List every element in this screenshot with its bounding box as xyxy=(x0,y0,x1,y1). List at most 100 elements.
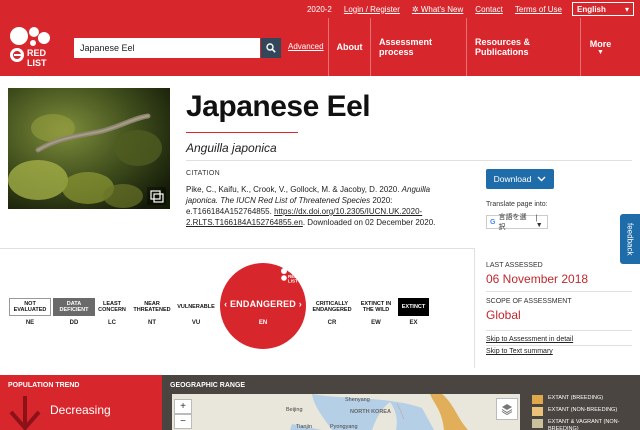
category-abbr-ne: NE xyxy=(25,320,35,326)
citation-downloaded: . Downloaded on 02 December 2020. xyxy=(302,218,436,227)
red-list-mini-logo: RED LIST xyxy=(281,268,298,284)
chevron-down-icon xyxy=(537,176,546,182)
top-utility-bar: 2020-2 Login / Register ✲ What's New Con… xyxy=(295,2,634,16)
search-button[interactable] xyxy=(261,38,281,58)
scientific-name: Anguilla japonica xyxy=(186,141,277,155)
minus-icon: − xyxy=(180,416,186,427)
translate-select-value: 言語を選択 xyxy=(498,214,527,231)
layers-icon xyxy=(501,404,513,415)
download-button[interactable]: Download xyxy=(486,169,554,189)
skip-to-assessment-link[interactable]: Skip to Assessment in detail xyxy=(486,336,573,343)
translate-label: Translate page into: xyxy=(486,201,548,208)
iucn-red-list-logo[interactable]: RED LIST xyxy=(8,24,56,72)
sidebar-divider xyxy=(474,248,475,368)
skip-to-summary-link[interactable]: Skip to Text summary xyxy=(486,348,553,355)
chevron-down-icon: ▼ xyxy=(597,48,604,56)
population-trend-value: Decreasing xyxy=(50,403,111,417)
category-abbr-vu: VU xyxy=(191,320,201,326)
citation-label: CITATION xyxy=(186,170,221,177)
sidebar-divider xyxy=(486,330,632,331)
category-ex[interactable]: EXTINCT xyxy=(398,298,429,316)
eel-photo-image xyxy=(8,88,170,209)
geographic-range-label: GEOGRAPHIC RANGE xyxy=(170,382,246,389)
category-en-label: ENDANGERED xyxy=(229,299,296,309)
legend-label: EXTANT (NON-BREEDING) xyxy=(548,407,618,413)
whats-new-label: What's New xyxy=(420,4,464,14)
chevron-down-icon: ▾ xyxy=(624,4,629,14)
main-nav: About Assessment process Resources & Pub… xyxy=(328,18,620,76)
contact-link[interactable]: Contact xyxy=(475,5,503,14)
legend-swatch xyxy=(532,395,543,404)
nav-assessment-process[interactable]: Assessment process xyxy=(370,18,466,76)
category-abbr-nt: NT xyxy=(148,320,156,326)
category-abbr-dd: DD xyxy=(69,320,79,326)
google-icon: G xyxy=(490,218,496,226)
scope-label: SCOPE OF ASSESSMENT xyxy=(486,298,572,305)
map-label-shenyang: Shenyang xyxy=(345,397,370,403)
plus-icon: + xyxy=(180,401,186,412)
version-link[interactable]: 2020-2 xyxy=(307,5,332,14)
advanced-search-link[interactable]: Advanced xyxy=(288,42,324,51)
download-label: Download xyxy=(493,174,532,184)
chevron-down-icon: |▼ xyxy=(535,215,543,229)
logo-text-list: LIST xyxy=(27,58,47,68)
search-input[interactable] xyxy=(74,38,260,58)
translate-select[interactable]: G 言語を選択 |▼ xyxy=(486,214,548,231)
title-divider xyxy=(186,132,298,133)
nav-more-label: More xyxy=(589,38,612,49)
species-photo[interactable] xyxy=(8,88,170,209)
category-en-current[interactable]: ‹ ENDANGERED › xyxy=(220,299,306,309)
category-lc[interactable]: LEAST CONCERN xyxy=(95,298,129,316)
last-assessed-label: LAST ASSESSED xyxy=(486,262,543,269)
nav-about[interactable]: About xyxy=(328,18,370,76)
map-layers-button[interactable] xyxy=(496,398,518,420)
category-abbr-cr: CR xyxy=(327,320,337,326)
section-divider xyxy=(186,160,632,161)
nav-more[interactable]: More ▼ xyxy=(580,18,620,76)
citation-text: Pike, C., Kaifu, K., Crook, V., Gollock,… xyxy=(186,184,456,228)
zoom-out-button[interactable]: − xyxy=(174,414,192,429)
map-label-tianjin: Tianjin xyxy=(296,424,312,430)
whats-new-link[interactable]: ✲ What's New xyxy=(412,5,463,14)
legend-label: EXTANT & VAGRANT (NON-BREEDING) xyxy=(548,419,620,430)
legend-item-nonbreeding: EXTANT (NON-BREEDING) xyxy=(532,407,617,416)
sparkle-icon: ✲ xyxy=(411,4,419,14)
category-dd[interactable]: DATA DEFICIENT xyxy=(53,298,95,316)
category-abbr-ew: EW xyxy=(371,320,381,326)
terms-of-use-link[interactable]: Terms of Use xyxy=(515,5,562,14)
chevron-left-icon: ‹ xyxy=(224,299,228,309)
section-divider xyxy=(0,248,474,249)
category-ne[interactable]: NOT EVALUATED xyxy=(9,298,51,316)
chevron-right-icon: › xyxy=(298,299,302,309)
search-icon xyxy=(266,43,276,53)
category-abbr-en: EN xyxy=(258,320,268,326)
category-nt[interactable]: NEAR THREATENED xyxy=(131,298,173,316)
category-abbr-ex: EX xyxy=(409,320,418,326)
last-assessed-value: 06 November 2018 xyxy=(486,272,589,286)
language-select[interactable]: English ▾ xyxy=(572,2,634,16)
language-value: English xyxy=(577,4,606,14)
legend-item-breeding: EXTANT (BREEDING) xyxy=(532,395,603,404)
logo-text-red: RED xyxy=(27,48,47,58)
category-abbr-lc: LC xyxy=(108,320,116,326)
mini-logo-text-list: LIST xyxy=(288,279,298,284)
legend-label: EXTANT (BREEDING) xyxy=(548,395,604,401)
map-label-north-korea: NORTH KOREA xyxy=(350,409,391,415)
legend-swatch xyxy=(532,419,543,428)
nav-resources-publications[interactable]: Resources & Publications xyxy=(466,18,580,76)
population-trend-label: POPULATION TREND xyxy=(8,382,80,389)
scope-value: Global xyxy=(486,308,521,322)
map-label-pyongyang: Pyongyang xyxy=(330,424,358,430)
citation-authors: Pike, C., Kaifu, K., Crook, V., Gollock,… xyxy=(186,185,400,194)
category-cr[interactable]: CRITICALLY ENDANGERED xyxy=(310,298,354,316)
feedback-tab[interactable]: feedback xyxy=(620,214,640,264)
legend-item-vagrant: EXTANT & VAGRANT (NON-BREEDING) xyxy=(532,419,632,430)
category-ew[interactable]: EXTINCT IN THE WILD xyxy=(356,298,396,316)
zoom-in-button[interactable]: + xyxy=(174,399,192,414)
category-vu[interactable]: VULNERABLE xyxy=(175,298,217,316)
legend-swatch xyxy=(532,407,543,416)
sidebar-divider xyxy=(486,345,632,346)
login-register-link[interactable]: Login / Register xyxy=(344,5,400,14)
map-label-beijing: Beijing xyxy=(286,407,303,413)
page-title: Japanese Eel xyxy=(186,90,371,123)
